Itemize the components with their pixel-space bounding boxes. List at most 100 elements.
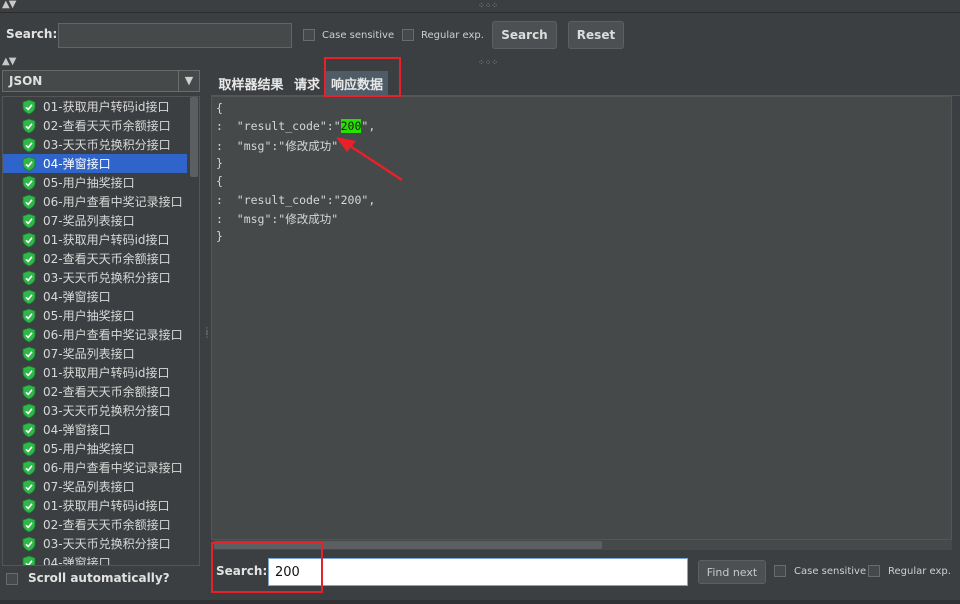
response-line: } <box>216 229 223 244</box>
bottom-case-sensitive-label: Case sensitive <box>794 566 867 577</box>
response-data-view[interactable]: {: "result_code":"200",: "msg":"修改成功"} {:… <box>211 96 952 540</box>
tree-item[interactable]: 02-查看天天币余额接口 <box>3 515 187 534</box>
success-shield-icon <box>21 460 37 476</box>
success-shield-icon <box>21 365 37 381</box>
tree-item-label: 02-查看天天币余额接口 <box>43 252 171 266</box>
tree-item[interactable]: 03-天天币兑换积分接口 <box>3 135 187 154</box>
top-splitter[interactable]: ▲▼ ⁘⁘⁘ <box>0 0 960 13</box>
success-shield-icon <box>21 194 37 210</box>
success-shield-icon <box>21 555 37 565</box>
regex-checkbox[interactable] <box>402 29 414 41</box>
success-shield-icon <box>21 327 37 343</box>
find-next-button[interactable]: Find next <box>698 560 766 584</box>
tree-item-label: 07-奖品列表接口 <box>43 214 135 228</box>
success-shield-icon <box>21 479 37 495</box>
collapse-arrows-icon[interactable]: ▲▼ <box>2 0 16 10</box>
response-line: : "msg":"修改成功" <box>216 138 339 153</box>
reset-button[interactable]: Reset <box>568 21 624 49</box>
tree-item[interactable]: 05-用户抽奖接口 <box>3 306 187 325</box>
top-search-bar: Search: Case sensitive Regular exp. Sear… <box>0 13 960 59</box>
success-shield-icon <box>21 403 37 419</box>
response-line-text: : "result_code":" <box>216 119 341 134</box>
tree-item-label: 03-天天币兑换积分接口 <box>43 404 171 418</box>
tab-request[interactable]: 请求 <box>290 71 324 95</box>
tree-item-label: 03-天天币兑换积分接口 <box>43 138 171 152</box>
tree-item[interactable]: 01-获取用户转码id接口 <box>3 496 187 515</box>
tree-item[interactable]: 03-天天币兑换积分接口 <box>3 401 187 420</box>
tree-item-label: 05-用户抽奖接口 <box>43 176 135 190</box>
tree-item-label: 07-奖品列表接口 <box>43 347 135 361</box>
tree-item-label: 01-获取用户转码id接口 <box>43 499 170 513</box>
chevron-down-icon[interactable]: ▼ <box>178 71 199 91</box>
tree-item[interactable]: 06-用户查看中奖记录接口 <box>3 325 187 344</box>
divider-grip-icon[interactable]: ⋮ ⋮ <box>203 327 211 339</box>
response-line: { <box>216 174 223 189</box>
success-shield-icon <box>21 118 37 134</box>
results-tree[interactable]: 01-获取用户转码id接口 02-查看天天币余额接口 03-天天币兑换积分接口 04-… <box>2 96 200 566</box>
bottom-regex-checkbox[interactable] <box>868 565 880 577</box>
bottom-case-sensitive-checkbox[interactable] <box>774 565 786 577</box>
tree-item[interactable]: 03-天天币兑换积分接口 <box>3 534 187 553</box>
tree-item[interactable]: 01-获取用户转码id接口 <box>3 97 187 116</box>
success-shield-icon <box>21 536 37 552</box>
bottom-search-input[interactable]: 200 <box>268 558 688 586</box>
tree-item[interactable]: 07-奖品列表接口 <box>3 344 187 363</box>
tree-item-label: 01-获取用户转码id接口 <box>43 100 170 114</box>
tree-item-label: 02-查看天天币余额接口 <box>43 119 171 133</box>
tree-item[interactable]: 07-奖品列表接口 <box>3 211 187 230</box>
tree-item[interactable]: 02-查看天天币余额接口 <box>3 249 187 268</box>
case-sensitive-label: Case sensitive <box>322 30 395 41</box>
tree-item[interactable]: 04-弹窗接口 <box>3 154 187 173</box>
tree-scroll-thumb[interactable] <box>190 97 198 177</box>
tree-item[interactable]: 04-弹窗接口 <box>3 420 187 439</box>
tree-item[interactable]: 02-查看天天币余额接口 <box>3 116 187 135</box>
tree-item[interactable]: 03-天天币兑换积分接口 <box>3 268 187 287</box>
renderer-select[interactable]: JSON ▼ <box>2 70 200 92</box>
tab-sampler-result[interactable]: 取样器结果 <box>214 71 288 95</box>
tree-item-label: 01-获取用户转码id接口 <box>43 366 170 380</box>
scroll-automatically-checkbox[interactable] <box>6 573 18 585</box>
success-shield-icon <box>21 346 37 362</box>
tree-item[interactable]: 06-用户查看中奖记录接口 <box>3 192 187 211</box>
tree-vertical-scrollbar[interactable] <box>189 97 199 565</box>
search-button[interactable]: Search <box>492 21 557 49</box>
tree-item-label: 07-奖品列表接口 <box>43 480 135 494</box>
tree-item[interactable]: 04-弹窗接口 <box>3 553 187 565</box>
bottom-search-bar: Search: 200 Find next Case sensitive Reg… <box>211 552 960 592</box>
tree-item[interactable]: 04-弹窗接口 <box>3 287 187 306</box>
success-shield-icon <box>21 517 37 533</box>
renderer-selected-value: JSON <box>9 74 43 88</box>
tree-item[interactable]: 05-用户抽奖接口 <box>3 173 187 192</box>
tree-item[interactable]: 01-获取用户转码id接口 <box>3 363 187 382</box>
tree-item-label: 03-天天币兑换积分接口 <box>43 271 171 285</box>
bottom-regex-label: Regular exp. <box>888 566 951 577</box>
response-horizontal-scrollbar[interactable] <box>212 540 952 550</box>
annotation-box-tab <box>324 57 401 97</box>
tree-item-label: 06-用户查看中奖记录接口 <box>43 195 183 209</box>
tree-item[interactable]: 05-用户抽奖接口 <box>3 439 187 458</box>
tree-item-label: 01-获取用户转码id接口 <box>43 233 170 247</box>
success-shield-icon <box>21 213 37 229</box>
case-sensitive-checkbox[interactable] <box>303 29 315 41</box>
success-shield-icon <box>21 232 37 248</box>
tree-item-label: 03-天天币兑换积分接口 <box>43 537 171 551</box>
tree-item-label: 05-用户抽奖接口 <box>43 442 135 456</box>
success-shield-icon <box>21 289 37 305</box>
tree-item-label: 02-查看天天币余额接口 <box>43 518 171 532</box>
collapse-arrows-icon-2[interactable]: ▲▼ <box>2 57 16 67</box>
tree-item[interactable]: 06-用户查看中奖记录接口 <box>3 458 187 477</box>
response-line: } <box>216 155 223 170</box>
success-shield-icon <box>21 156 37 172</box>
splitter-grip-icon-2[interactable]: ⁘⁘⁘ <box>478 59 498 67</box>
scroll-automatically-label: Scroll automatically? <box>28 571 170 585</box>
panel-divider[interactable]: ⋮ ⋮ <box>203 67 211 604</box>
annotation-arrow-icon <box>336 137 403 182</box>
search-input[interactable] <box>58 23 292 48</box>
tree-item-label: 05-用户抽奖接口 <box>43 309 135 323</box>
tree-item[interactable]: 02-查看天天币余额接口 <box>3 382 187 401</box>
tree-item[interactable]: 07-奖品列表接口 <box>3 477 187 496</box>
splitter-grip-icon[interactable]: ⁘⁘⁘ <box>478 2 498 10</box>
tree-item-label: 06-用户查看中奖记录接口 <box>43 461 183 475</box>
tree-item-label: 04-弹窗接口 <box>43 157 111 171</box>
tree-item[interactable]: 01-获取用户转码id接口 <box>3 230 187 249</box>
